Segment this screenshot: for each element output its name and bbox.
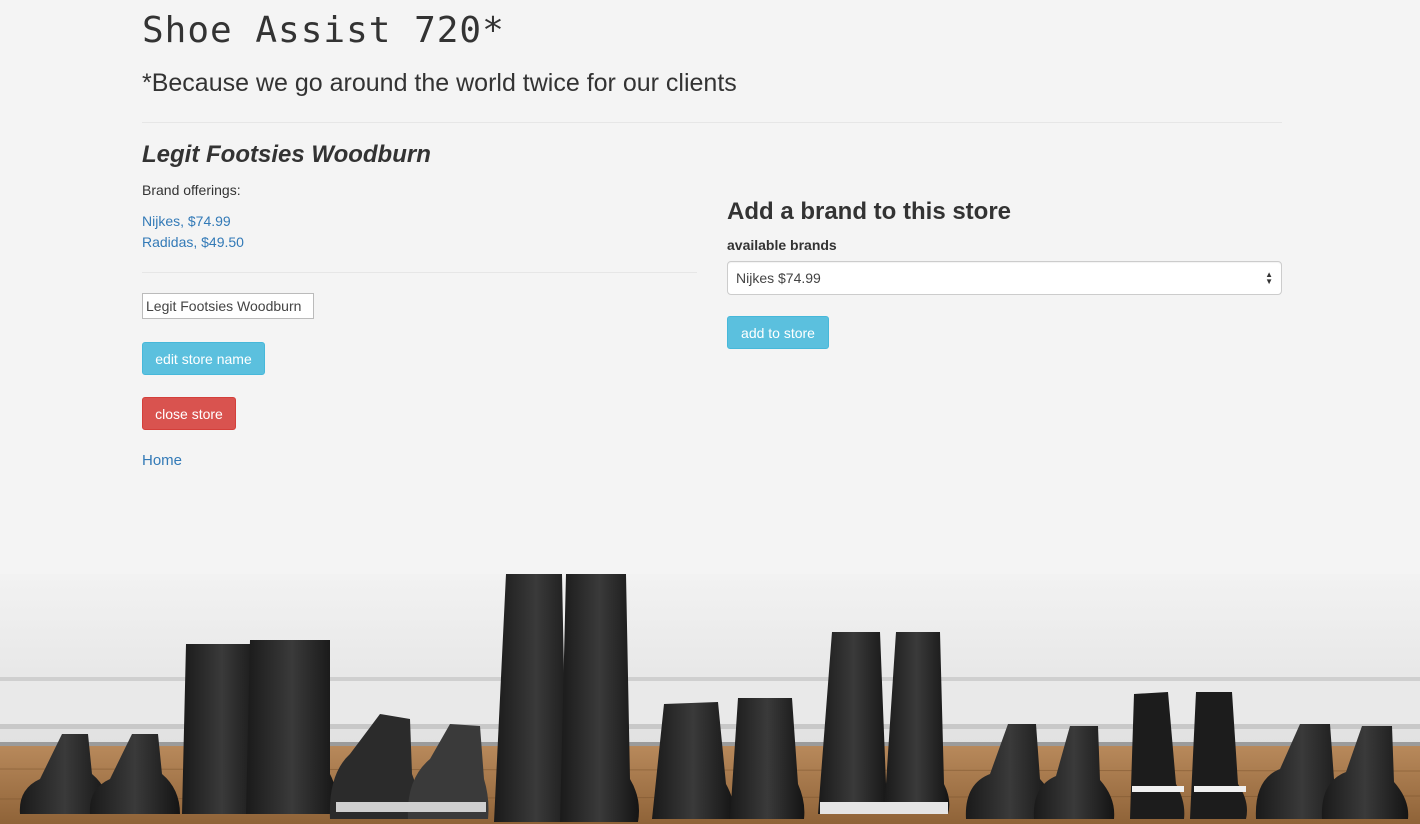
edit-store-name-button[interactable]: edit store name	[142, 342, 265, 375]
close-store-button[interactable]: close store	[142, 397, 236, 430]
available-brands-label: available brands	[727, 237, 837, 253]
home-link[interactable]: Home	[142, 452, 182, 469]
store-name-heading: Legit Footsies Woodburn	[142, 141, 431, 168]
brand-link-nijkes[interactable]: Nijkes, $74.99	[142, 213, 231, 229]
list-item: Radidas, $49.50	[142, 232, 244, 253]
select-arrows-icon: ▲ ▼	[1265, 270, 1273, 286]
brand-offerings-label: Brand offerings:	[142, 182, 241, 198]
site-title: Shoe Assist 720*	[142, 10, 505, 51]
header-divider	[142, 122, 1282, 123]
store-name-input[interactable]	[142, 293, 314, 319]
selected-brand-value: Nijkes $74.99	[736, 270, 821, 286]
tagline: *Because we go around the world twice fo…	[142, 69, 737, 97]
available-brands-select[interactable]: Nijkes $74.99 ▲ ▼	[727, 261, 1282, 295]
add-to-store-button[interactable]: add to store	[727, 316, 829, 349]
shoes-banner-image	[0, 574, 1420, 824]
list-item: Nijkes, $74.99	[142, 211, 244, 232]
add-brand-heading: Add a brand to this store	[727, 198, 1012, 225]
shoes-photo	[0, 574, 1420, 824]
brand-link-radidas[interactable]: Radidas, $49.50	[142, 234, 244, 250]
brand-list: Nijkes, $74.99 Radidas, $49.50	[142, 211, 244, 253]
store-divider	[142, 272, 697, 273]
